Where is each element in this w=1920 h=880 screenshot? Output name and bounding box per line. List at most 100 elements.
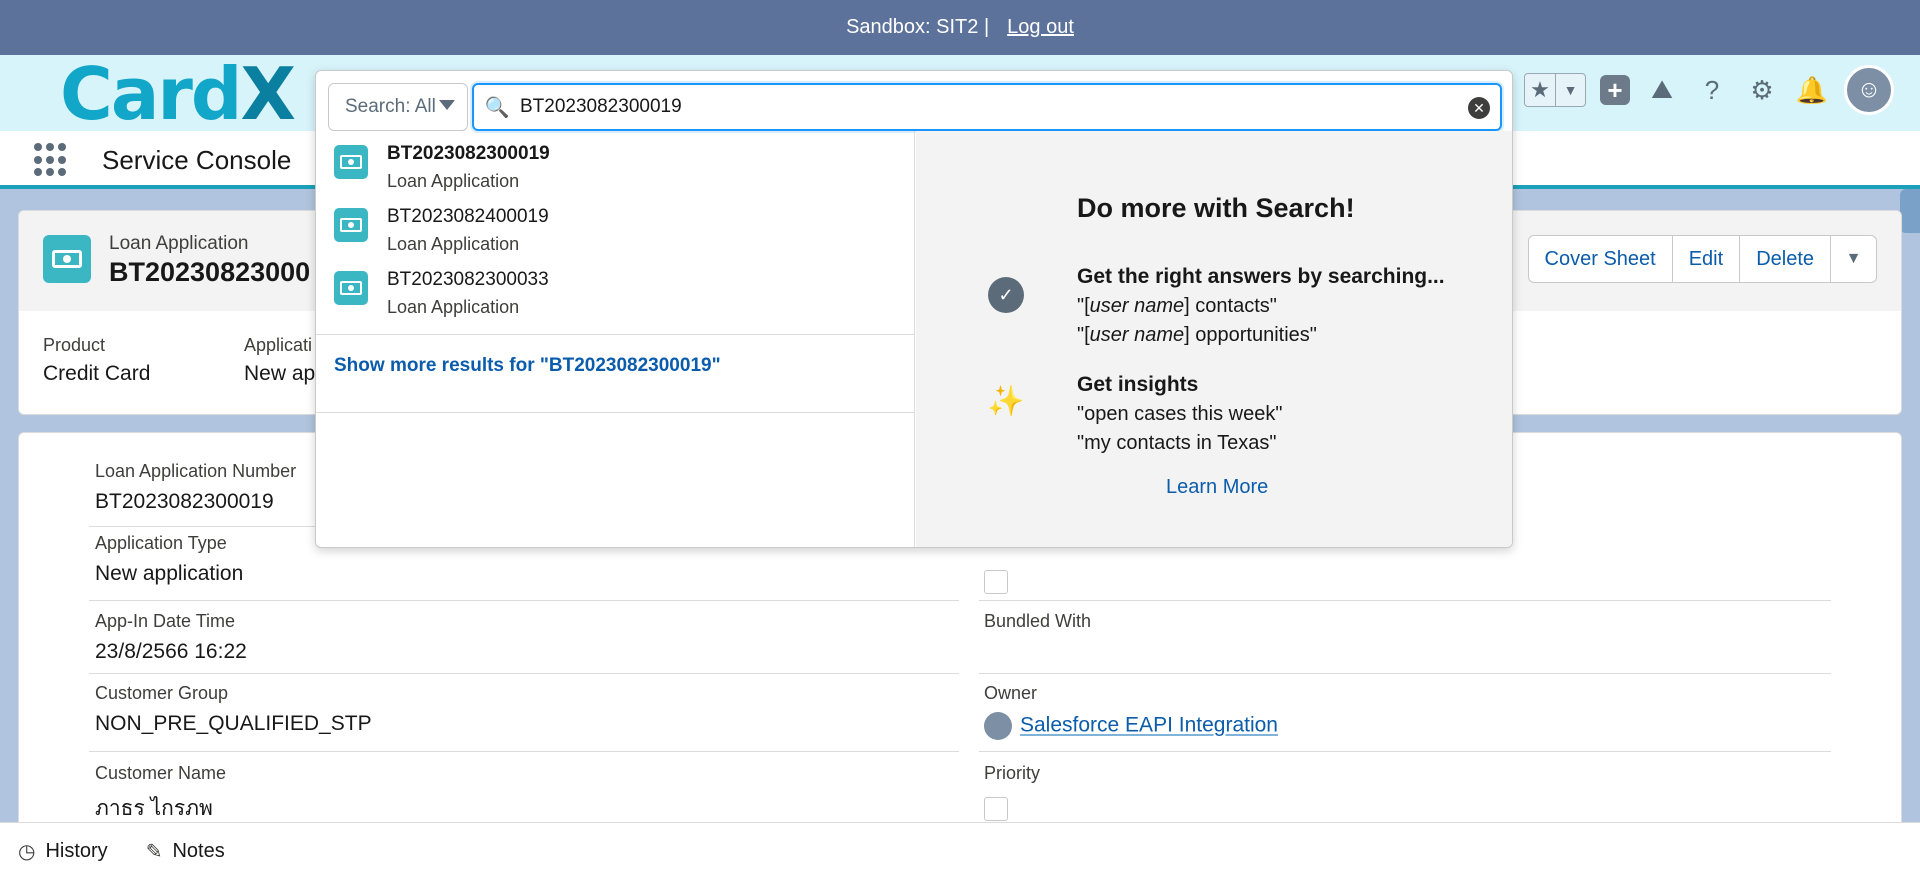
bell-icon[interactable]: 🔔: [1794, 72, 1830, 108]
tip-answers-title: Get the right answers by searching...: [1077, 265, 1445, 288]
magic-wand-icon: ✨: [987, 384, 1025, 418]
question-icon[interactable]: ?: [1694, 72, 1730, 108]
sandbox-label: Sandbox: SIT2 |: [846, 16, 990, 38]
divider: [979, 751, 1831, 752]
edit-button[interactable]: Edit: [1671, 236, 1739, 282]
delete-button[interactable]: Delete: [1739, 236, 1830, 282]
tip-answers-example: "[user name] opportunities": [1077, 324, 1317, 346]
search-scope-label: Search: All: [345, 96, 436, 117]
more-actions-chevron-icon[interactable]: ▼: [1830, 236, 1876, 282]
tip-insights-example: "my contacts in Texas": [1077, 432, 1277, 454]
chevron-down-icon[interactable]: ▼: [1555, 74, 1585, 106]
chevron-down-icon: [439, 100, 455, 110]
field-label: Application Type: [95, 533, 227, 553]
side-panel-toggle[interactable]: [1900, 189, 1920, 233]
checkbox[interactable]: [984, 570, 1008, 594]
learn-more-link[interactable]: Learn More: [1166, 476, 1268, 499]
loan-application-icon: [334, 145, 368, 179]
divider: [316, 412, 915, 413]
clear-icon[interactable]: ✕: [1468, 97, 1490, 119]
app-name: Service Console: [102, 145, 292, 175]
field-loan-application-number: Loan Application Number BT2023082300019: [95, 461, 296, 514]
utility-bar: ◷ History ✎ Notes: [0, 822, 1920, 880]
logo-x: X: [240, 52, 295, 136]
field-application-type: Application Type New application: [95, 533, 243, 586]
tip-insights-title: Get insights: [1077, 373, 1199, 396]
notes-label: Notes: [172, 840, 225, 862]
result-name: BT2023082300019: [387, 143, 550, 164]
field-priority: Priority: [984, 763, 1040, 784]
plus-icon[interactable]: +: [1600, 75, 1630, 105]
field-label: Bundled With: [984, 611, 1092, 631]
avatar[interactable]: ☺: [1844, 65, 1894, 115]
search-input[interactable]: [520, 96, 1450, 118]
search-result-item[interactable]: BT2023082300019 Loan Application: [316, 131, 915, 193]
search-results: BT2023082300019 Loan Application BT20230…: [316, 131, 915, 547]
loan-application-icon: [43, 235, 91, 283]
result-type: Loan Application: [387, 234, 520, 254]
field-value: BT2023082300019: [95, 490, 274, 513]
cardx-logo[interactable]: Card X: [60, 52, 296, 136]
logout-link[interactable]: Log out: [1007, 16, 1074, 39]
field-label: Customer Group: [95, 683, 229, 703]
star-icon[interactable]: ★: [1525, 74, 1555, 106]
search-tips-panel: Do more with Search! ✓ Get the right ans…: [916, 131, 1512, 547]
owner-link[interactable]: Salesforce EAPI Integration: [1020, 714, 1278, 737]
app-launcher-icon[interactable]: [34, 143, 68, 177]
divider: [316, 334, 915, 335]
notes-utility[interactable]: ✎ Notes: [146, 839, 225, 864]
field-value: NON_PRE_QUALIFIED_STP: [95, 712, 372, 735]
field-value: Salesforce EAPI Integration: [984, 712, 1278, 740]
search-result-item[interactable]: BT2023082400019 Loan Application: [316, 194, 915, 256]
clock-icon: ◷: [18, 841, 36, 863]
field-customer-name: Customer Name ภาธร ไกรภพ: [95, 763, 226, 825]
field-label: Priority: [984, 763, 1041, 783]
divider: [89, 751, 959, 752]
tip-insights-example: "open cases this week": [1077, 403, 1283, 425]
search-scope-select[interactable]: Search: All: [328, 83, 468, 131]
loan-application-icon: [334, 208, 368, 242]
field-label: Owner: [984, 683, 1038, 703]
field-owner: Owner Salesforce EAPI Integration: [984, 683, 1278, 740]
field-value: New application: [95, 562, 244, 585]
field-bundled-with: Bundled With: [984, 611, 1091, 640]
notes-icon: ✎: [145, 841, 163, 863]
field-customer-group: Customer Group NON_PRE_QUALIFIED_STP: [95, 683, 372, 736]
field-label: App-In Date Time: [95, 611, 236, 631]
field-label: Loan Application Number: [95, 461, 297, 481]
cover-sheet-button[interactable]: Cover Sheet: [1529, 236, 1672, 282]
show-more-results-link[interactable]: Show more results for "BT2023082300019": [334, 355, 721, 377]
search-icon: 🔍: [484, 96, 510, 119]
field-value: ภาธร ไกรภพ: [95, 797, 213, 820]
highlight-label: Product: [43, 335, 106, 355]
record-type: Loan Application: [109, 233, 249, 254]
field-label: Customer Name: [95, 763, 227, 783]
header-actions: ★ ▼ + ⛰ ? ⚙ 🔔 ☺: [1524, 65, 1894, 115]
history-label: History: [45, 840, 108, 862]
gear-icon[interactable]: ⚙: [1744, 72, 1780, 108]
trailhead-icon[interactable]: ⛰: [1644, 72, 1680, 108]
record-actions: Cover Sheet Edit Delete ▼: [1527, 235, 1877, 283]
highlight-value: Credit Card: [43, 362, 151, 385]
divider: [89, 673, 959, 674]
highlight-product: Product Credit Card: [43, 335, 244, 386]
search-box: 🔍 ✕: [472, 83, 1502, 131]
loan-application-icon: [334, 271, 368, 305]
result-name: BT2023082400019: [387, 206, 549, 227]
field-value: 23/8/2566 16:22: [95, 640, 247, 663]
history-utility[interactable]: ◷ History: [18, 839, 108, 864]
favorites-group: ★ ▼: [1524, 73, 1586, 107]
tips-heading: Do more with Search!: [1077, 193, 1355, 223]
owner-avatar: [984, 712, 1012, 740]
result-name: BT2023082300033: [387, 269, 549, 290]
priority-checkbox[interactable]: [984, 797, 1008, 821]
divider: [979, 673, 1831, 674]
logo-text: Card: [60, 52, 242, 136]
result-type: Loan Application: [387, 171, 520, 191]
sandbox-banner: Sandbox: SIT2 | Log out: [0, 0, 1920, 55]
tip-answers-example: "[user name] contacts": [1077, 295, 1277, 317]
search-result-item[interactable]: BT2023082300033 Loan Application: [316, 257, 915, 319]
divider: [979, 600, 1831, 601]
chat-check-icon: ✓: [988, 277, 1024, 313]
divider: [89, 600, 959, 601]
